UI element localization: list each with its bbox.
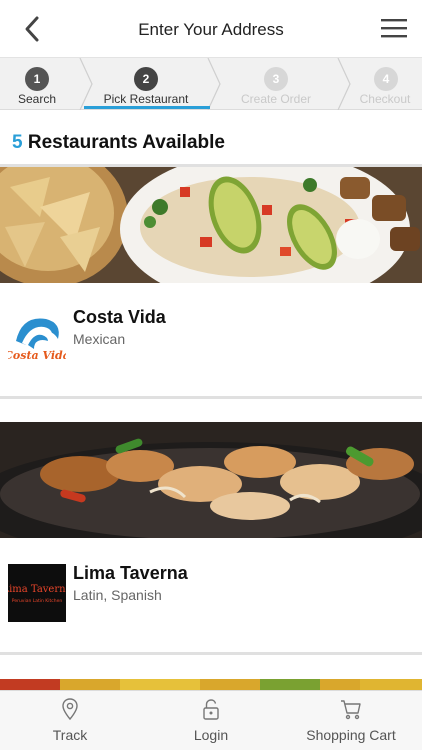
step-separator <box>337 58 351 110</box>
step-checkout[interactable]: 4 Checkout <box>352 58 422 110</box>
location-pin-icon <box>62 698 78 721</box>
hamburger-menu-icon <box>381 19 407 38</box>
step-number: 3 <box>264 67 288 91</box>
step-label: Search <box>17 92 57 106</box>
restaurant-logo: Costa Vida <box>4 309 70 367</box>
cart-icon <box>341 700 361 720</box>
svg-text:Costa Vida: Costa Vida <box>8 349 66 362</box>
restaurant-name: Lima Taverna <box>73 563 188 583</box>
bottom-navigation: Track Login Shopping Cart <box>0 690 422 750</box>
restaurant-name: Costa Vida <box>73 307 166 327</box>
results-count: 5 <box>12 132 23 153</box>
nav-login[interactable]: Login <box>141 691 281 750</box>
step-number: 4 <box>374 67 398 91</box>
restaurant-cuisine: Mexican <box>73 331 126 347</box>
menu-button[interactable] <box>380 16 408 40</box>
nav-label: Track <box>52 727 88 743</box>
restaurant-cuisine: Latin, Spanish <box>73 587 162 603</box>
restaurant-food-image <box>0 422 422 538</box>
restaurant-food-image <box>0 167 422 283</box>
step-number: 2 <box>134 67 158 91</box>
restaurant-food-image-partial <box>0 678 422 690</box>
app-header: Enter Your Address <box>0 0 422 58</box>
restaurant-logo: Lima Taverna Peruvian Latin Kitchen <box>2 564 72 622</box>
step-search[interactable]: 1 Search <box>0 58 78 110</box>
step-separator <box>207 58 221 110</box>
step-number: 1 <box>25 67 49 91</box>
nav-label: Shopping Cart <box>306 727 396 743</box>
results-heading: 5 Restaurants Available <box>12 132 225 154</box>
step-label: Checkout <box>359 92 411 106</box>
restaurant-card-lima-taverna[interactable]: Lima Taverna Peruvian Latin Kitchen Lima… <box>0 422 422 652</box>
step-label: Pick Restaurant <box>103 92 189 106</box>
divider <box>0 396 422 399</box>
nav-label: Login <box>193 727 229 743</box>
step-pick-restaurant[interactable]: 2 Pick Restaurant <box>92 58 206 110</box>
nav-track[interactable]: Track <box>0 691 140 750</box>
progress-stepper: 1 Search 2 Pick Restaurant 3 Create Orde… <box>0 58 422 110</box>
restaurant-card-costa-vida[interactable]: Costa Vida Costa Vida Mexican <box>0 167 422 397</box>
results-label: Restaurants Available <box>27 132 225 153</box>
step-create-order[interactable]: 3 Create Order <box>222 58 336 110</box>
divider <box>0 652 422 655</box>
page-title: Enter Your Address <box>138 20 284 39</box>
svg-text:Peruvian Latin Kitchen: Peruvian Latin Kitchen <box>12 598 63 604</box>
nav-shopping-cart[interactable]: Shopping Cart <box>281 691 421 750</box>
svg-text:Lima Taverna: Lima Taverna <box>8 584 66 595</box>
lock-icon <box>203 699 219 720</box>
step-label: Create Order <box>240 92 312 106</box>
active-step-underline <box>84 106 210 109</box>
